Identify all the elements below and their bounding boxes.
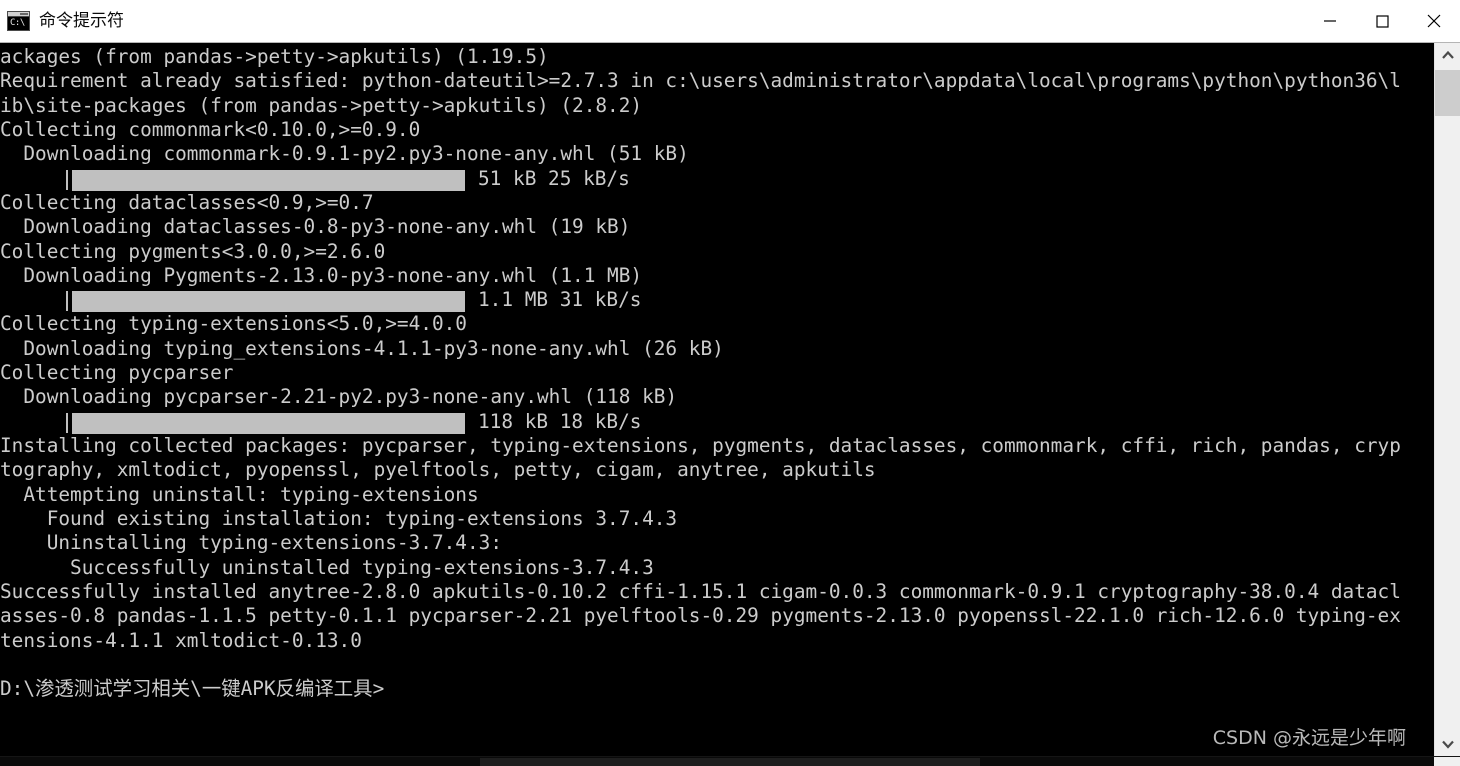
console-line: Collecting dataclasses<0.9,>=0.7 — [0, 190, 374, 214]
cmd-icon-prompt-text: C:\ — [10, 18, 25, 28]
progress-bar-start-tick — [66, 412, 68, 433]
csdn-watermark: CSDN @永远是少年啊 — [1212, 727, 1406, 749]
vertical-scroll-thumb[interactable] — [1435, 70, 1460, 116]
download-progress-row: 1.1 MB 31 kB/s — [0, 288, 1432, 313]
titlebar-left: C:\ 命令提示符 — [0, 11, 1304, 31]
progress-status-text: 51 kB 25 kB/s — [478, 166, 630, 190]
console-line: Installing collected packages: pycparser… — [0, 434, 1401, 457]
console-line: Successfully uninstalled typing-extensio… — [0, 555, 654, 579]
progress-status-text: 118 kB 18 kB/s — [478, 409, 642, 433]
console-line: Downloading dataclasses-0.8-py3-none-any… — [0, 215, 631, 239]
progress-bar-fill — [72, 412, 465, 434]
console-line: Uninstalling typing-extensions-3.7.4.3: — [0, 531, 502, 555]
progress-bar-start-tick — [66, 169, 68, 190]
console-line: Downloading pycparser-2.21-py2.py3-none-… — [0, 385, 678, 409]
console-line: asses-0.8 pandas-1.1.5 petty-0.1.1 pycpa… — [0, 604, 1401, 628]
progress-status-text: 1.1 MB 31 kB/s — [478, 288, 642, 312]
window-title: 命令提示符 — [39, 11, 124, 31]
cmd-icon-titlebar — [8, 12, 29, 17]
scroll-up-button[interactable] — [1435, 43, 1460, 67]
cmd-icon[interactable]: C:\ — [7, 11, 30, 31]
console-line: Downloading commonmark-0.9.1-py2.py3-non… — [0, 142, 689, 166]
close-button[interactable] — [1408, 0, 1460, 43]
console-line: ib\site-packages (from pandas->petty->ap… — [0, 93, 643, 117]
minimize-button[interactable] — [1304, 0, 1356, 43]
window-controls — [1304, 0, 1460, 43]
console-line: D:\渗透测试学习相关\一键APK反编译工具> — [0, 677, 385, 701]
console-text-buffer: ackages (from pandas->petty->apkutils) (… — [0, 45, 1432, 701]
vertical-scrollbar[interactable] — [1434, 43, 1460, 756]
console-line: Collecting pycparser — [0, 361, 234, 385]
console-line: Collecting typing-extensions<5.0,>=4.0.0 — [0, 312, 467, 336]
progress-bar-start-tick — [66, 291, 68, 312]
download-progress-row: 118 kB 18 kB/s — [0, 410, 1432, 434]
progress-bar-fill — [72, 291, 465, 313]
scrollbar-corner — [1434, 757, 1460, 766]
console-line: Collecting commonmark<0.10.0,>=0.9.0 — [0, 117, 421, 141]
command-prompt-window: C:\ 命令提示符 ackages (from pandas->petty->a… — [0, 0, 1460, 766]
download-progress-row: 51 kB 25 kB/s — [0, 167, 1432, 191]
console-line: Successfully installed anytree-2.8.0 apk… — [0, 579, 1401, 603]
console-line: Requirement already satisfied: python-da… — [0, 69, 1401, 93]
horizontal-scroll-thumb[interactable] — [480, 758, 980, 766]
console-line: tography, xmltodict, pyopenssl, pyelftoo… — [0, 458, 876, 482]
console-area: ackages (from pandas->petty->apkutils) (… — [0, 43, 1460, 756]
console-line: tensions-4.1.1 xmltodict-0.13.0 — [0, 628, 362, 652]
console-line: ackages (from pandas->petty->apkutils) (… — [0, 45, 549, 68]
console-line: Collecting pygments<3.0.0,>=2.6.0 — [0, 239, 386, 263]
progress-bar-fill — [72, 169, 465, 191]
console-line: Attempting uninstall: typing-extensions — [0, 482, 479, 506]
console-line: Found existing installation: typing-exte… — [0, 506, 678, 530]
scroll-down-button[interactable] — [1435, 732, 1460, 756]
titlebar[interactable]: C:\ 命令提示符 — [0, 0, 1460, 43]
horizontal-scrollbar[interactable] — [0, 756, 1460, 766]
console-line: Downloading Pygments-2.13.0-py3-none-any… — [0, 263, 643, 287]
console-output[interactable]: ackages (from pandas->petty->apkutils) (… — [0, 43, 1434, 756]
console-line: Downloading typing_extensions-4.1.1-py3-… — [0, 336, 724, 360]
maximize-button[interactable] — [1356, 0, 1408, 43]
